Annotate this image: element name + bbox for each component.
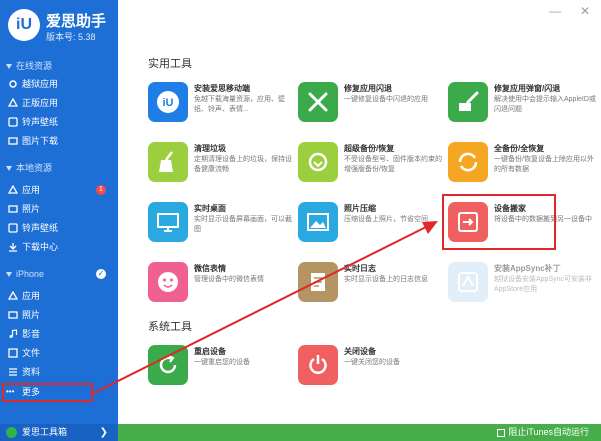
category-title-system: 系统工具 — [148, 321, 192, 333]
connected-check-icon: ✓ — [96, 269, 106, 279]
collapse-triangle-icon — [6, 64, 12, 70]
backup-icon — [298, 142, 338, 182]
photo-compress-icon — [298, 202, 338, 242]
apps-icon — [8, 98, 18, 107]
sync-icon — [448, 142, 488, 182]
appsync-icon — [448, 262, 488, 302]
sidebar-item-download-center[interactable]: 下载中心 — [0, 238, 118, 256]
tool-photo-compress[interactable]: 照片压缩 压缩设备上照片，节省空间 — [298, 202, 458, 250]
image-icon — [8, 137, 18, 145]
sidebar-item-device-data[interactable]: 资料 — [0, 363, 118, 381]
category-title-practical: 实用工具 — [148, 58, 192, 70]
photo-icon — [8, 205, 18, 213]
sidebar-item-official-apps[interactable]: 正版应用 — [0, 94, 118, 112]
sidebar-item-device-files[interactable]: 文件 — [0, 344, 118, 362]
section-online-resources[interactable]: 在线资源 — [0, 58, 118, 74]
sidebar-item-local-photos[interactable]: 照片 — [0, 200, 118, 218]
app-version: 版本号: 5.38 — [46, 32, 96, 42]
monitor-icon — [148, 202, 188, 242]
close-button[interactable]: ✕ — [578, 4, 592, 18]
gear-icon — [9, 80, 17, 88]
app-logo-area: iU 爱思助手 版本号: 5.38 — [0, 0, 118, 50]
repair-popup-icon — [448, 82, 488, 122]
repair-tools-icon — [298, 82, 338, 122]
sidebar-item-image-download[interactable]: 图片下载 — [0, 132, 118, 150]
device-migrate-highlight-box — [442, 194, 556, 250]
toolbox-button[interactable]: 爱思工具箱 ❯ — [0, 424, 118, 441]
app-logo-icon: iU — [8, 9, 40, 41]
tool-clean-junk[interactable]: 清理垃圾 定期清理设备上的垃圾，保持设备健康流畅 — [148, 142, 308, 190]
chevron-right-icon: ❯ — [99, 427, 108, 438]
download-icon — [9, 243, 17, 252]
app-title: 爱思助手 — [46, 13, 107, 30]
broom-icon — [148, 142, 188, 182]
tool-live-log[interactable]: 实时日志 实时显示设备上的日志信息 — [298, 262, 458, 310]
sidebar-item-ringtones[interactable]: 铃声壁纸 — [0, 113, 118, 131]
section-local-resources[interactable]: 本地资源 — [0, 160, 118, 176]
sidebar: iU 爱思助手 版本号: 5.38 在线资源 越狱应用 正版应用 铃声壁纸 图片… — [0, 0, 118, 441]
sidebar-item-device-photos[interactable]: 照片 — [0, 306, 118, 324]
sidebar-item-jailbreak-apps[interactable]: 越狱应用 — [0, 75, 118, 93]
iu-app-icon: iU — [148, 82, 188, 122]
tool-install-mobile[interactable]: iU 安装爱思移动端 免越下载海量资源，应用、壁纸、铃声、表情... — [148, 82, 308, 130]
sidebar-item-device-apps[interactable]: 应用 — [0, 287, 118, 305]
tool-fix-crash[interactable]: 修复应用闪退 一键修复设备中闪退的应用 — [298, 82, 458, 130]
minimize-button[interactable]: — — [548, 4, 562, 18]
emoji-icon — [148, 262, 188, 302]
log-icon — [298, 262, 338, 302]
list-icon — [9, 368, 17, 376]
apps-icon — [8, 291, 18, 300]
count-badge: 1 — [96, 185, 106, 195]
collapse-triangle-icon — [6, 166, 12, 172]
more-highlight-box — [2, 383, 93, 402]
sidebar-item-local-apps[interactable]: 应用 1 — [0, 181, 118, 199]
photo-icon — [8, 311, 18, 319]
apps-icon — [8, 185, 18, 194]
ringtone-icon — [8, 223, 18, 233]
tool-appsync[interactable]: 安装AppSync补丁 越狱设备安装AppSync可安装非AppStore应用 — [448, 262, 601, 310]
folder-icon — [8, 348, 18, 358]
tool-wechat-emoji[interactable]: 微信表情 管理设备中的微信表情 — [148, 262, 308, 310]
svg-text:iU: iU — [163, 97, 174, 109]
sidebar-item-device-media[interactable]: 影音 — [0, 325, 118, 343]
tool-fix-popup[interactable]: 修复应用弹窗/闪退 解决使用中会提示输入AppleID或闪退问题 — [448, 82, 601, 130]
music-icon — [9, 329, 18, 338]
restart-icon — [148, 345, 188, 385]
tool-full-backup[interactable]: 全备份/全恢复 一键备份/恢复设备上除应用以外的所有数据 — [448, 142, 601, 190]
tool-shutdown-device[interactable]: 关闭设备 一键关闭您的设备 — [298, 345, 458, 393]
stop-itunes-autorun[interactable]: 阻止iTunes自动运行 — [497, 424, 589, 441]
tool-live-desktop[interactable]: 实时桌面 实时显示设备屏幕画面，可以截图 — [148, 202, 308, 250]
status-bar: 阻止iTunes自动运行 — [118, 424, 601, 441]
collapse-triangle-icon — [6, 272, 12, 278]
tool-restart-device[interactable]: 重启设备 一键重启您的设备 — [148, 345, 308, 393]
sidebar-item-local-ringtones[interactable]: 铃声壁纸 — [0, 219, 118, 237]
ringtone-icon — [8, 117, 18, 127]
power-icon — [298, 345, 338, 385]
toolbox-icon — [6, 427, 17, 438]
tool-super-backup[interactable]: 超级备份/恢复 不受设备型号、固件版本约束的增强版备份/恢复 — [298, 142, 458, 190]
section-iphone[interactable]: iPhone ✓ — [0, 266, 118, 282]
checkbox-icon — [497, 428, 506, 437]
